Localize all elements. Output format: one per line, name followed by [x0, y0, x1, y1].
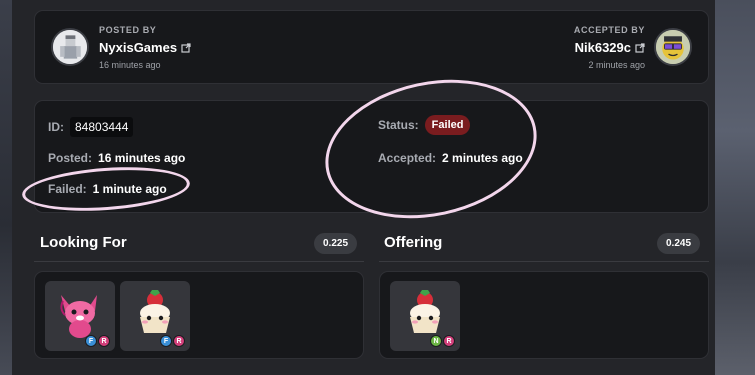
ride-tag: R	[98, 335, 110, 347]
accepted-time: 2 minutes ago	[588, 60, 645, 70]
looking-for-items: F R F R	[34, 271, 364, 359]
offering-items: N R	[379, 271, 709, 359]
looking-for-title: Looking For	[40, 234, 127, 251]
pet-slot-strawberry-shortcake[interactable]: F R	[120, 281, 190, 351]
trade-detail-panel: POSTED BY NyxisGames 16 minutes ago ACCE…	[12, 0, 715, 375]
failed-row: Failed: 1 minute ago	[48, 182, 167, 196]
accepted-by-label: ACCEPTED BY	[573, 25, 645, 35]
accepter-name-link[interactable]: Nik6329c	[574, 40, 645, 55]
accepter-avatar[interactable]	[654, 28, 692, 66]
fly-tag: F	[85, 335, 97, 347]
status-badge: Failed	[424, 115, 471, 135]
external-link-icon[interactable]	[635, 42, 645, 53]
looking-for-divider	[34, 261, 364, 262]
offering-divider	[379, 261, 709, 262]
posted-time: 16 minutes ago	[99, 60, 161, 70]
failed-label: Failed:	[48, 182, 87, 196]
accepter-name[interactable]: Nik6329c	[575, 40, 631, 55]
offering-value-badge: 0.245	[657, 233, 701, 254]
accepted-by-block: ACCEPTED BY Nik6329c 2 minutes ago	[574, 25, 645, 70]
strawberry-shortcake-pet-icon	[410, 290, 440, 333]
status-label: Status:	[378, 118, 419, 132]
looking-for-value-badge: 0.225	[314, 233, 358, 254]
trade-users-card: POSTED BY NyxisGames 16 minutes ago ACCE…	[34, 10, 709, 84]
trade-id-value: 84803444	[70, 117, 134, 137]
pink-fox-pet-icon	[60, 295, 97, 338]
posted-label: Posted:	[48, 151, 93, 165]
accepted-row: Accepted: 2 minutes ago	[378, 151, 523, 165]
ride-tag: R	[173, 335, 185, 347]
failed-value: 1 minute ago	[92, 182, 167, 196]
posted-value: 16 minutes ago	[98, 151, 186, 165]
accepted-label: Accepted:	[378, 151, 437, 165]
poster-avatar[interactable]	[51, 28, 89, 66]
poster-name-link[interactable]: NyxisGames	[99, 40, 191, 55]
status-row: Status: Failed	[378, 115, 471, 135]
pet-slot-pink-fox[interactable]: F R	[45, 281, 115, 351]
fly-tag: F	[160, 335, 172, 347]
posted-by-label: POSTED BY	[99, 25, 157, 35]
background-right-edge	[715, 0, 755, 375]
posted-row: Posted: 16 minutes ago	[48, 151, 185, 165]
trade-id-label: ID:	[48, 120, 64, 134]
pet-slot-strawberry-shortcake[interactable]: N R	[390, 281, 460, 351]
posted-by-block: POSTED BY NyxisGames 16 minutes ago	[99, 25, 191, 70]
ride-tag: R	[443, 335, 455, 347]
strawberry-shortcake-pet-icon	[140, 290, 170, 333]
neon-tag: N	[430, 335, 442, 347]
offering-title: Offering	[384, 234, 443, 251]
external-link-icon[interactable]	[181, 42, 191, 53]
poster-name[interactable]: NyxisGames	[99, 40, 177, 55]
accepted-value: 2 minutes ago	[442, 151, 523, 165]
trade-id-row: ID: 84803444	[48, 117, 134, 137]
background-left-edge	[0, 0, 12, 375]
